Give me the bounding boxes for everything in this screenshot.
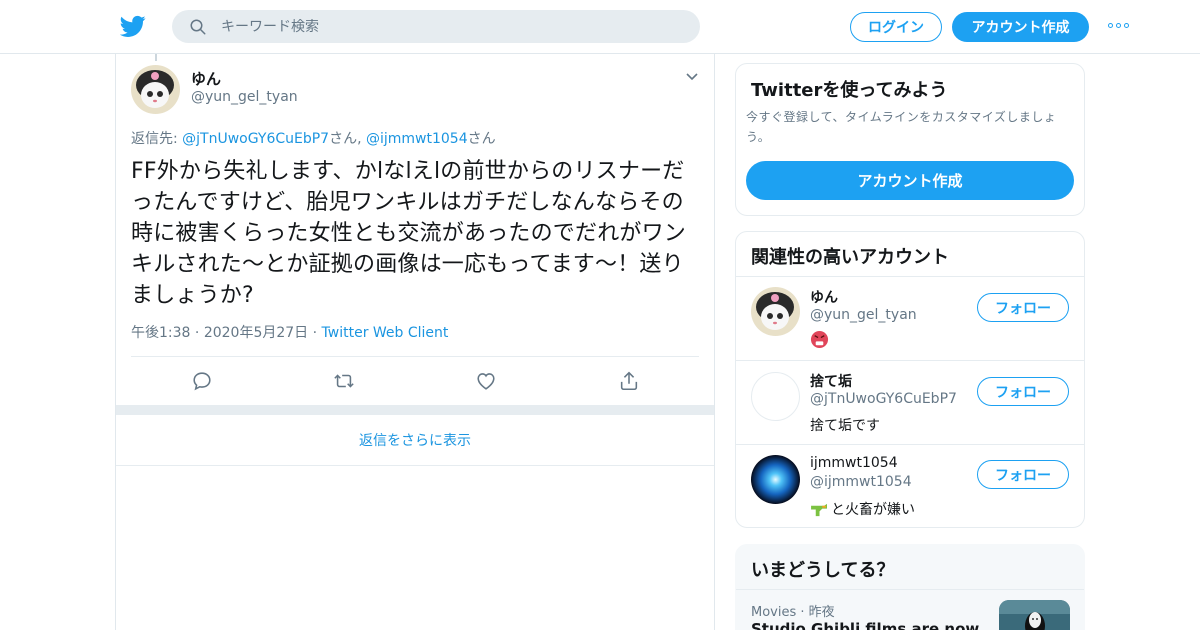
- signup-card-button[interactable]: アカウント作成: [746, 161, 1074, 200]
- divider: [131, 356, 699, 357]
- reply-separator: さん,: [329, 131, 366, 147]
- avatar[interactable]: [131, 65, 180, 114]
- signup-card-title: Twitterを使ってみよう: [751, 80, 948, 101]
- reply-context: 返信先: @jTnUwoGY6CuEbP7さん, @ijmmwt1054さん: [131, 128, 496, 148]
- trend-thumbnail-image-icon: [999, 600, 1070, 630]
- thread-line: [155, 54, 157, 61]
- meta-separator: ·: [308, 325, 322, 341]
- account-handle[interactable]: @ijmmwt1054: [810, 474, 912, 490]
- account-name[interactable]: 捨て垢: [810, 371, 852, 391]
- tweet-metadata: 午後1:38 · 2020年5月27日 · Twitter Web Client: [131, 322, 448, 342]
- divider: [736, 589, 1084, 590]
- trends-title: いまどうしてる？: [751, 560, 895, 581]
- section-separator: [116, 405, 714, 415]
- account-handle[interactable]: @yun_gel_tyan: [810, 307, 917, 323]
- avatar[interactable]: [751, 287, 800, 336]
- tweet-time[interactable]: 午後1:38: [131, 325, 190, 341]
- trend-time: 昨夜: [808, 605, 835, 620]
- chevron-down-icon[interactable]: [685, 72, 699, 82]
- login-button[interactable]: ログイン: [850, 12, 942, 42]
- tweet-author-handle[interactable]: @yun_gel_tyan: [191, 89, 298, 105]
- tweet-column: ゆん @yun_gel_tyan 返信先: @jTnUwoGY6CuEbP7さん…: [115, 54, 715, 630]
- twitter-logo-icon[interactable]: [120, 13, 146, 39]
- search-input[interactable]: [221, 18, 661, 35]
- signup-card-description: 今すぐ登録して、タイムラインをカスタマイズしましょう。: [746, 110, 1057, 144]
- account-row[interactable]: ijmmwt1054 @ijmmwt1054 と火畜が嫌い フォロー: [736, 444, 1084, 527]
- meta-separator: ·: [796, 605, 809, 620]
- like-heart-icon[interactable]: [475, 370, 497, 392]
- reply-prefix: 返信先:: [131, 131, 183, 147]
- follow-button[interactable]: フォロー: [977, 293, 1069, 322]
- account-name[interactable]: ijmmwt1054: [810, 455, 898, 471]
- related-accounts-title: 関連性の高いアカウント: [751, 247, 949, 268]
- account-handle[interactable]: @jTnUwoGY6CuEbP7: [810, 391, 957, 407]
- show-more-replies-link[interactable]: 返信をさらに表示: [116, 415, 714, 466]
- trend-headline[interactable]: Studio Ghibli films are now: [751, 620, 979, 630]
- avatar[interactable]: [751, 455, 800, 504]
- angry-face-emoji-icon: [810, 330, 829, 349]
- tweet-text: FF外から失礼します、かlなlえlの前世からのリスナーだったんですけど、胎児ワン…: [131, 159, 687, 308]
- reply-icon[interactable]: [191, 370, 213, 392]
- account-bio-text: と火畜が嫌い: [831, 502, 915, 518]
- trend-category: Movies: [751, 605, 797, 620]
- trend-thumbnail[interactable]: [999, 600, 1070, 630]
- search-box[interactable]: [172, 10, 700, 43]
- reply-suffix: さん: [467, 131, 496, 147]
- water-gun-emoji-icon: [811, 503, 827, 516]
- reply-user-link[interactable]: @jTnUwoGY6CuEbP7: [182, 131, 329, 147]
- search-icon: [190, 19, 206, 34]
- avatar[interactable]: [751, 372, 800, 421]
- reply-user-link[interactable]: @ijmmwt1054: [366, 131, 468, 147]
- avatar-blue-orb-icon: [751, 455, 800, 504]
- account-row[interactable]: 捨て垢 @jTnUwoGY6CuEbP7 捨て垢です フォロー: [736, 360, 1084, 444]
- more-dots-icon[interactable]: [1108, 23, 1129, 28]
- meta-separator: ·: [190, 325, 204, 341]
- follow-button[interactable]: フォロー: [977, 377, 1069, 406]
- account-row[interactable]: ゆん @yun_gel_tyan フォロー: [736, 276, 1084, 360]
- tweet-client-link[interactable]: Twitter Web Client: [322, 325, 449, 341]
- trend-meta: Movies · 昨夜: [751, 601, 835, 620]
- tweet-date[interactable]: 2020年5月27日: [204, 325, 308, 341]
- account-bio: 捨て垢です: [810, 418, 880, 434]
- avatar-character-icon: [751, 287, 800, 336]
- retweet-icon[interactable]: [333, 370, 355, 392]
- account-name[interactable]: ゆん: [810, 287, 838, 307]
- signup-button[interactable]: アカウント作成: [952, 12, 1089, 42]
- tweet-author-name[interactable]: ゆん: [191, 68, 221, 89]
- avatar-character-icon: [131, 65, 180, 114]
- follow-button[interactable]: フォロー: [977, 460, 1069, 489]
- signup-card: Twitterを使ってみよう 今すぐ登録して、タイムラインをカスタマイズしましょ…: [735, 63, 1085, 216]
- trends-card: いまどうしてる？ Movies · 昨夜 Studio Ghibli films…: [735, 544, 1085, 630]
- related-accounts-card: 関連性の高いアカウント ゆん @yun_gel_tyan フォロー 捨て垢 @j…: [735, 231, 1085, 528]
- share-icon[interactable]: [618, 370, 640, 392]
- account-bio: と火畜が嫌い: [810, 499, 915, 519]
- top-bar: ログイン アカウント作成: [0, 0, 1200, 54]
